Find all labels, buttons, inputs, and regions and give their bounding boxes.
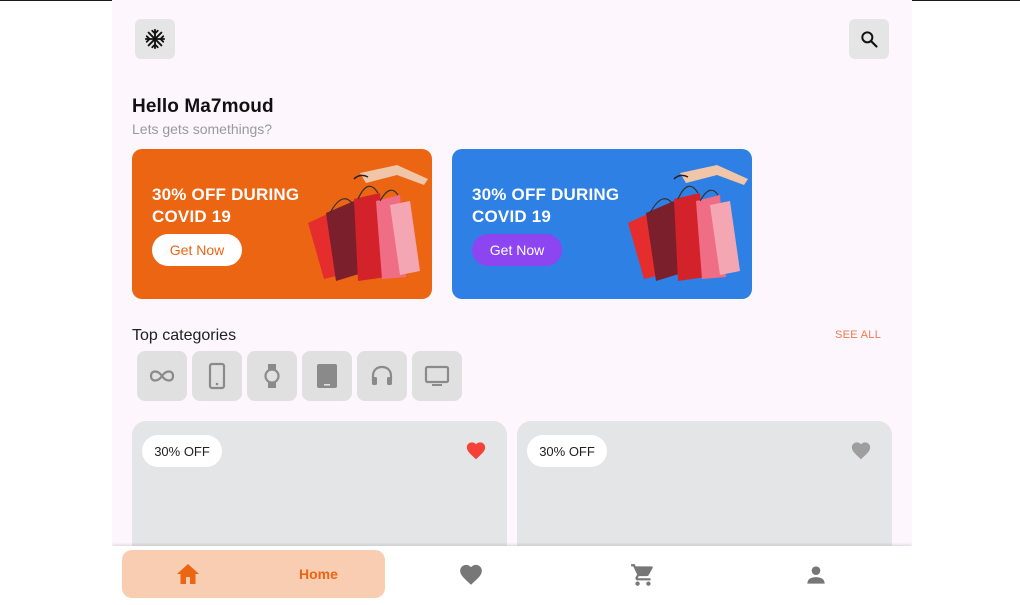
search-button[interactable] <box>849 19 889 59</box>
category-tvs[interactable] <box>412 351 462 401</box>
app-screen: Hello Ma7moud Lets gets somethings? 30% … <box>112 0 912 605</box>
bottom-navigation: Home <box>112 546 912 605</box>
get-now-button[interactable]: Get Now <box>152 234 242 266</box>
banner-title: 30% OFF DURING COVID 19 <box>472 185 620 226</box>
tablet-icon <box>317 364 337 388</box>
menu-button[interactable] <box>135 19 175 59</box>
promo-banner-1[interactable]: 30% OFF DURING COVID 19 Get Now <box>132 149 432 299</box>
heart-icon[interactable] <box>458 562 484 588</box>
cart-icon[interactable] <box>630 562 656 588</box>
discount-badge: 30% OFF <box>142 435 222 467</box>
banner-title: 30% OFF DURING COVID 19 <box>152 185 300 226</box>
home-icon <box>177 564 199 584</box>
person-icon[interactable] <box>803 562 829 588</box>
search-icon <box>861 31 878 48</box>
smartphone-icon <box>208 362 226 390</box>
category-all[interactable] <box>137 351 187 401</box>
snowflake-icon <box>144 28 166 50</box>
watch-icon <box>264 364 280 388</box>
get-now-button[interactable]: Get Now <box>472 234 562 266</box>
headphones-icon <box>371 365 393 385</box>
greeting-title: Hello Ma7moud <box>132 96 274 117</box>
shopping-bags-image <box>308 165 428 281</box>
infinity-icon <box>149 370 175 382</box>
category-list <box>137 351 462 401</box>
nav-home-label: Home <box>299 566 338 582</box>
category-tablets[interactable] <box>302 351 352 401</box>
shopping-bags-image <box>628 165 748 281</box>
greeting-subtitle: Lets gets somethings? <box>132 121 273 137</box>
categories-title: Top categories <box>132 327 237 344</box>
category-headphones[interactable] <box>357 351 407 401</box>
discount-badge: 30% OFF <box>527 435 607 467</box>
category-watches[interactable] <box>247 351 297 401</box>
nav-home[interactable]: Home <box>122 550 385 598</box>
heart-icon[interactable] <box>465 440 487 462</box>
tv-icon <box>424 365 450 386</box>
heart-icon[interactable] <box>850 440 872 462</box>
category-phones[interactable] <box>192 351 242 401</box>
promo-banner-2[interactable]: 30% OFF DURING COVID 19 Get Now <box>452 149 752 299</box>
see-all-link[interactable]: SEE ALL <box>835 329 881 341</box>
